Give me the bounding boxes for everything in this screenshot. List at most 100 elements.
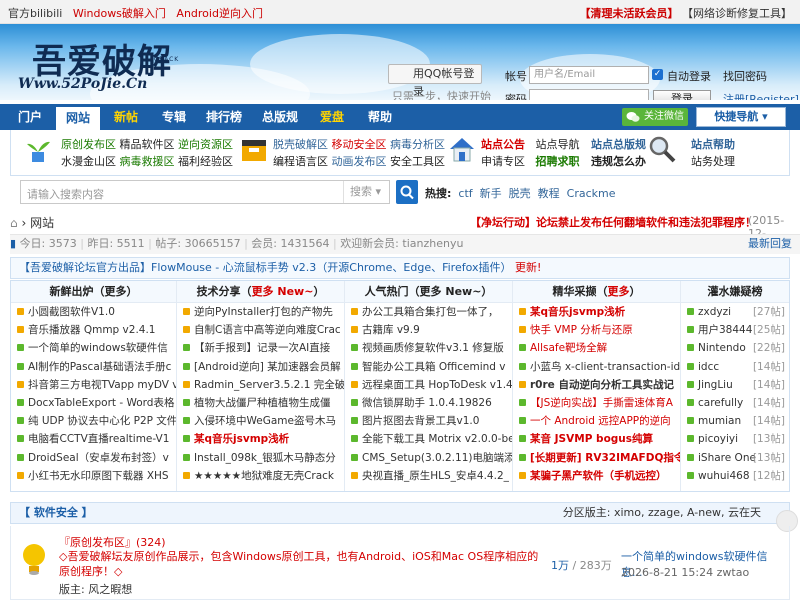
nav-rules[interactable]: 总版规 — [254, 104, 306, 130]
hot-crackme[interactable]: Crackme — [567, 187, 616, 200]
thread-row[interactable]: ★★★★★地狱难度无壳Crack — [177, 467, 344, 485]
nav-albums[interactable]: 专辑 — [152, 104, 196, 130]
link-mobile[interactable]: 移动安全区 — [332, 138, 387, 151]
find-password-link[interactable]: 找回密码 — [723, 68, 767, 84]
home-icon[interactable]: ⌂ — [10, 216, 18, 230]
top-link-windows[interactable]: Windows破解入门 — [73, 7, 166, 20]
thread-row[interactable]: r0re 自动逆向分析工具实战记 — [513, 376, 680, 394]
link-virus-analysis[interactable]: 病毒分析区 — [390, 138, 445, 151]
thread-row[interactable]: 植物大战僵尸种植植物生成僵 — [177, 394, 344, 412]
thread-row[interactable]: 全能下载工具 Motrix v2.0.0-be — [345, 430, 512, 448]
link-announce[interactable]: 站点公告 — [481, 138, 525, 151]
promo-banner[interactable]: 【吾爱破解论坛官方出品】FlowMouse - 心流鼠标手势 v2.3（开源Ch… — [10, 257, 790, 279]
thread-row[interactable]: 办公工具箱合集打包一体了， — [345, 303, 512, 321]
link-site-help[interactable]: 站点帮助 — [691, 138, 735, 151]
thread-row[interactable]: 抖音第三方电视TVapp myDV v — [11, 376, 176, 394]
link-welfare[interactable]: 福利经验区 — [178, 155, 233, 168]
search-input[interactable]: 请输入搜索内容 — [27, 186, 104, 202]
stats-newest[interactable]: 欢迎新会员: tianzhenyu — [340, 237, 463, 250]
top-link-bilibili[interactable]: 官方bilibili — [8, 7, 62, 20]
quick-nav-dropdown[interactable]: 快捷导航 ▾ — [696, 107, 786, 127]
thread-row[interactable]: 一个简单的windows软硬件信 — [11, 339, 176, 357]
link-apply[interactable]: 申请专区 — [481, 155, 525, 168]
thread-row[interactable]: 电脑看CCTV直播realtime-V1 — [11, 430, 176, 448]
register-link[interactable]: 注册[Register] — [723, 91, 799, 100]
auto-login-checkbox[interactable]: ✓ — [652, 69, 663, 80]
ranking-row[interactable]: wuhui468 [12帖] — [681, 467, 789, 485]
thread-row[interactable]: 逆向PyInstaller打包的产物先 — [177, 303, 344, 321]
thread-row[interactable]: 小圆截图软件V1.0 — [11, 303, 176, 321]
latest-reply-link[interactable]: 最新回复 — [748, 235, 792, 253]
ranking-row[interactable]: mumian [14帖] — [681, 412, 789, 430]
link-rules[interactable]: 站点总版规 — [591, 138, 646, 151]
thread-row[interactable]: 央视直播_原生HLS_安卓4.4.2_ — [345, 467, 512, 485]
qq-login-button[interactable]: 用QQ帐号登录 — [388, 64, 482, 98]
thread-row[interactable]: 小蓝鸟 x-client-transaction-id — [513, 358, 680, 376]
forum-name[interactable]: 『原创发布区』 — [59, 536, 136, 549]
ranking-row[interactable]: 用户38444 [25帖] — [681, 321, 789, 339]
thread-row[interactable]: 快手 VMP 分析与还原 — [513, 321, 680, 339]
ranking-row[interactable]: iShare One [13帖] — [681, 449, 789, 467]
section-title[interactable]: 【 软件安全 】 — [19, 503, 93, 523]
network-tool-link[interactable]: 【网络诊断修复工具】 — [682, 7, 792, 20]
thread-row[interactable]: 【新手报到】记录一次AI直接 — [177, 339, 344, 357]
thread-row[interactable]: 某q音乐jsvmp浅析 — [177, 430, 344, 448]
clean-members-link[interactable]: 【清理未活跃会员】 — [580, 7, 679, 20]
ranking-row[interactable]: Nintendo [22帖] — [681, 339, 789, 357]
link-unpack[interactable]: 脱壳破解区 — [273, 138, 328, 151]
thread-row[interactable]: 远程桌面工具 HopToDesk v1.4 — [345, 376, 512, 394]
hot-newbie[interactable]: 新手 — [480, 187, 502, 200]
ranking-row[interactable]: idcc [14帖] — [681, 358, 789, 376]
link-jobs[interactable]: 招聘求职 — [536, 155, 580, 168]
announcement-link[interactable]: 【净坛行动】论坛禁止发布任何翻墙软件和违法犯罪程序！ — [470, 214, 756, 230]
thread-row[interactable]: 图片抠图去背景工具v1.0 — [345, 412, 512, 430]
forum-moderator[interactable]: 版主: 风之暇想 — [59, 581, 132, 597]
link-violation[interactable]: 违规怎么办 — [591, 155, 646, 168]
thread-row[interactable]: 入侵环境中WeGame盗号木马 — [177, 412, 344, 430]
hot-tutorial[interactable]: 教程 — [538, 187, 560, 200]
col-best-header[interactable]: 精华采撷（更多） — [513, 281, 680, 303]
link-security-tools[interactable]: 安全工具区 — [390, 155, 445, 168]
thread-row[interactable]: 某音 JSVMP bogus纯算 — [513, 430, 680, 448]
link-animation[interactable]: 动画发布区 — [332, 155, 387, 168]
link-site-nav[interactable]: 站点导航 — [536, 138, 580, 151]
link-site-affairs[interactable]: 站务处理 — [691, 155, 735, 168]
link-programming[interactable]: 编程语言区 — [273, 155, 328, 168]
nav-portal[interactable]: 门户 — [10, 104, 50, 130]
thread-row[interactable]: 一个 Android 远控APP的逆向 — [513, 412, 680, 430]
login-button[interactable]: 登录 — [653, 90, 711, 100]
nav-help[interactable]: 帮助 — [358, 104, 402, 130]
thread-row[interactable]: 视频画质修复软件v3.1 修复版 — [345, 339, 512, 357]
thread-row[interactable]: Allsafe靶场全解 — [513, 339, 680, 357]
thread-row[interactable]: 【JS逆向实战】手撕雷速体育A — [513, 394, 680, 412]
col-hot-header[interactable]: 人气热门（更多 New~） — [345, 281, 512, 303]
col-new-header[interactable]: 新鲜出炉（更多） — [11, 281, 176, 303]
password-input[interactable] — [529, 89, 649, 100]
link-water[interactable]: 水漫金山区 — [61, 155, 116, 168]
wechat-follow-button[interactable]: 关注微信 — [622, 108, 688, 126]
thread-row[interactable]: 音乐播放器 Qmmp v2.4.1 — [11, 321, 176, 339]
thread-row[interactable]: 智能办公工具箱 Officemind v — [345, 358, 512, 376]
thread-row[interactable]: [Android逆向] 某加速器会员解 — [177, 358, 344, 376]
link-resources[interactable]: 逆向资源区 — [178, 138, 233, 151]
account-input[interactable]: 用户名/Email — [529, 66, 649, 84]
thread-row[interactable]: DocxTableExport - Word表格 — [11, 394, 176, 412]
ranking-row[interactable]: JingLiu [14帖] — [681, 376, 789, 394]
nav-ranking[interactable]: 排行榜 — [198, 104, 250, 130]
thread-row[interactable]: [长期更新] RV32IMAFDQ指令 — [513, 449, 680, 467]
search-button[interactable] — [396, 180, 418, 204]
nav-new-posts[interactable]: 新帖 — [104, 104, 148, 130]
nav-aipan[interactable]: 爱盘 — [310, 104, 354, 130]
link-virus-help[interactable]: 病毒救援区 — [120, 155, 175, 168]
breadcrumb-forum[interactable]: 网站 — [30, 216, 54, 230]
thread-row[interactable]: 纯 UDP 协议去中心化 P2P 文件 — [11, 412, 176, 430]
thread-row[interactable]: 微信锁屏助手 1.0.4.19826 — [345, 394, 512, 412]
ranking-row[interactable]: zxdyzi [27帖] — [681, 303, 789, 321]
col-tech-header[interactable]: 技术分享（更多 New~） — [177, 281, 344, 303]
thread-row[interactable]: DroidSeal（安卓发布封签）v — [11, 449, 176, 467]
hot-ctf[interactable]: ctf — [458, 187, 472, 200]
thread-row[interactable]: Radmin_Server3.5.2.1 完全破 — [177, 376, 344, 394]
ranking-row[interactable]: picoyiyi [13帖] — [681, 430, 789, 448]
ranking-row[interactable]: carefully [14帖] — [681, 394, 789, 412]
thread-row[interactable]: 自制C语言中高等逆向难度Crac — [177, 321, 344, 339]
